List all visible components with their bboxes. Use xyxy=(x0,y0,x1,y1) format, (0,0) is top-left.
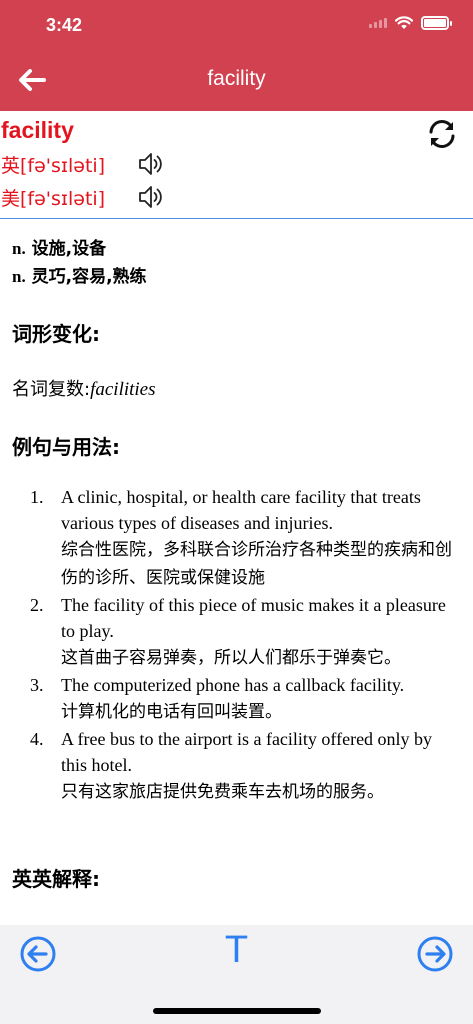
page-title: facility xyxy=(207,67,266,90)
pronunciation-uk-label: 英[fə'sɪləti] xyxy=(1,154,106,177)
definitions: n. 设施,设备 n. 灵巧,容易,熟练 xyxy=(12,235,147,291)
example-number: 4. xyxy=(30,729,44,749)
speaker-icon xyxy=(139,153,162,175)
example-number: 1. xyxy=(30,487,44,507)
plural-form: 名词复数:facilities xyxy=(12,375,156,401)
example-english: A free bus to the airport is a facility … xyxy=(61,729,433,775)
example-chinese: 综合性医院，多科联合诊所治疗各种类型的疾病和创伤的诊所、医院或保健设施 xyxy=(61,540,452,588)
definition-meaning: 灵巧,容易,熟练 xyxy=(31,267,147,287)
example-chinese: 计算机化的电话有回叫装置。 xyxy=(61,702,282,722)
refresh-button[interactable] xyxy=(425,117,459,151)
status-icons xyxy=(369,16,452,30)
home-indicator xyxy=(153,1008,321,1014)
arrow-circle-right-icon xyxy=(417,936,453,972)
navigation-header: 3:42 facility xyxy=(0,0,473,111)
list-item: 1. A clinic, hospital, or health care fa… xyxy=(30,484,460,592)
pronunciation-uk: 英[fə'sɪləti] xyxy=(1,149,166,179)
speaker-icon xyxy=(139,186,162,208)
word-detail-content[interactable]: n. 设施,设备 n. 灵巧,容易,熟练 词形变化: 名词复数:faciliti… xyxy=(0,219,473,925)
font-size-button[interactable]: T xyxy=(212,929,262,972)
example-chinese: 只有这家旅店提供免费乘车去机场的服务。 xyxy=(61,782,384,802)
refresh-icon xyxy=(429,120,455,148)
pronunciation-us-label: 美[fə'sɪləti] xyxy=(1,187,106,210)
pronunciation-us: 美[fə'sɪləti] xyxy=(1,182,166,212)
list-item: 3. The computerized phone has a callback… xyxy=(30,672,460,726)
cellular-signal-icon xyxy=(369,18,387,28)
english-definition-title: 英英解释: xyxy=(12,867,100,891)
wifi-icon xyxy=(395,16,413,29)
status-time: 3:42 xyxy=(46,15,83,35)
part-of-speech: n. xyxy=(12,239,26,258)
example-english: A clinic, hospital, or health care facil… xyxy=(61,487,421,533)
plural-label: 名词复数: xyxy=(12,379,91,400)
example-english: The facility of this piece of music make… xyxy=(61,595,446,641)
definition-meaning: 设施,设备 xyxy=(31,239,107,259)
list-item: 4. A free bus to the airport is a facili… xyxy=(30,726,460,806)
play-us-audio-button[interactable] xyxy=(136,182,166,212)
examples-title: 例句与用法: xyxy=(12,435,120,459)
list-item: 2. The facility of this piece of music m… xyxy=(30,592,460,672)
example-list: 1. A clinic, hospital, or health care fa… xyxy=(30,484,460,806)
example-chinese: 这首曲子容易弹奏，所以人们都乐于弹奏它。 xyxy=(61,648,401,668)
battery-icon xyxy=(421,16,452,30)
definition-item: n. 灵巧,容易,熟练 xyxy=(12,263,147,291)
example-number: 3. xyxy=(30,675,44,695)
example-number: 2. xyxy=(30,595,44,615)
next-word-button[interactable] xyxy=(416,935,454,973)
part-of-speech: n. xyxy=(12,267,26,286)
previous-word-button[interactable] xyxy=(19,935,57,973)
example-english: The computerized phone has a callback fa… xyxy=(61,675,405,695)
definition-item: n. 设施,设备 xyxy=(12,235,147,263)
arrow-circle-left-icon xyxy=(20,936,56,972)
plural-value: facilities xyxy=(90,379,156,400)
play-uk-audio-button[interactable] xyxy=(136,149,166,179)
inflection-title: 词形变化: xyxy=(12,322,100,346)
headword: facility xyxy=(1,117,74,143)
